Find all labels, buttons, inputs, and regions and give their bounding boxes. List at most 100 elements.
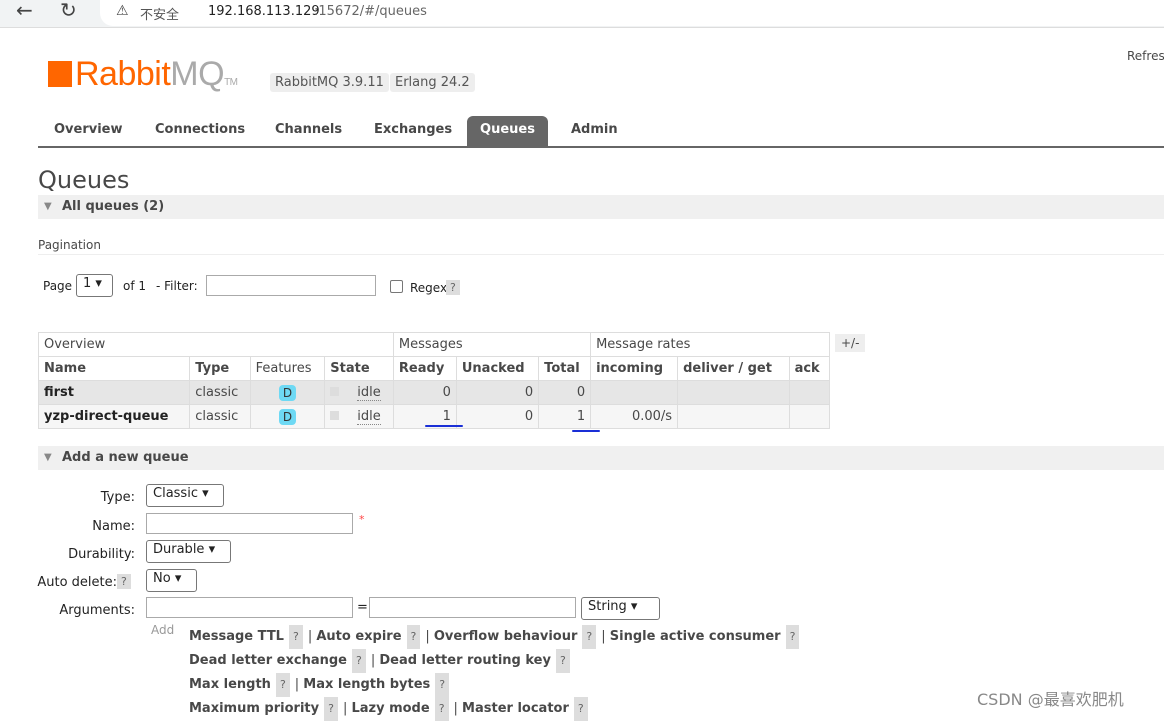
col-ready[interactable]: Ready (392, 356, 457, 381)
regex-help[interactable]: ? (446, 280, 460, 295)
page-title: Queues (38, 166, 130, 194)
queues-table: Overview Messages Message rates Name Type … (37, 332, 831, 429)
type-label: Type: (100, 490, 135, 505)
total-count: 0 (538, 380, 592, 405)
refresh-label[interactable]: Refres (1127, 49, 1164, 63)
tab-connections[interactable]: Connections (141, 116, 259, 146)
help-icon[interactable]: ? (434, 697, 449, 721)
argument-shortcut-link[interactable]: Auto expire (316, 629, 401, 644)
collapse-icon: ▼ (44, 452, 52, 463)
argument-type-select[interactable]: String ▾ (581, 597, 660, 620)
regex-checkbox[interactable] (390, 280, 403, 293)
queue-name-link[interactable]: yzp-direct-queue (37, 404, 191, 429)
col-name[interactable]: Name (37, 356, 191, 381)
col-ack[interactable]: ack (788, 356, 831, 381)
argument-shortcut-link[interactable]: Max length bytes (303, 677, 430, 692)
collapse-icon: ▼ (44, 201, 52, 212)
pagination-label: Pagination (38, 238, 101, 252)
durable-badge: D (278, 408, 297, 425)
col-type[interactable]: Type (189, 356, 251, 381)
argument-shortcut-link[interactable]: Message TTL (189, 629, 284, 644)
queue-state: idle (357, 385, 381, 401)
queue-name-link[interactable]: first (37, 380, 191, 405)
add-queue-section[interactable]: ▼ Add a new queue (38, 446, 1164, 470)
back-icon[interactable]: ← (16, 0, 33, 22)
tab-queues[interactable]: Queues (467, 116, 548, 146)
address-bar[interactable]: ⚠ 不安全 192.168.113.129 :15672/#/queues (100, 0, 1164, 26)
erlang-badge: Erlang 24.2 (390, 73, 475, 92)
durability-select[interactable]: Durable ▾ (146, 540, 231, 563)
columns-toggle-button[interactable]: +/- (835, 334, 866, 352)
page-count: of 1 (123, 279, 147, 293)
argument-shortcut-link[interactable]: Dead letter routing key (379, 653, 551, 668)
col-state[interactable]: State (324, 356, 394, 381)
col-incoming[interactable]: incoming (590, 356, 679, 381)
ack-rate (788, 404, 831, 429)
col-unacked[interactable]: Unacked (455, 356, 540, 381)
tab-channels[interactable]: Channels (261, 116, 356, 146)
group-overview: Overview (38, 332, 394, 357)
tab-divider (38, 146, 1164, 148)
durable-badge: D (278, 384, 297, 401)
incoming-rate: 0.00/s (590, 404, 679, 429)
filter-label: - Filter: (156, 279, 198, 293)
help-icon[interactable]: ? (351, 649, 366, 673)
name-input[interactable] (146, 513, 353, 534)
help-icon[interactable]: ? (582, 625, 597, 649)
argument-key-input[interactable] (146, 597, 353, 618)
watermark: CSDN @最喜欢肥机 (977, 690, 1124, 709)
auto-delete-select[interactable]: No ▾ (146, 569, 197, 592)
browser-toolbar: ← ↻ ⚠ 不安全 192.168.113.129 :15672/#/queue… (0, 0, 1164, 28)
help-icon[interactable]: ? (785, 625, 800, 649)
auto-delete-help[interactable]: ? (117, 574, 131, 589)
unacked-count: 0 (455, 404, 540, 429)
help-icon[interactable]: ? (406, 625, 421, 649)
separator: | (425, 629, 434, 644)
deliver-rate (677, 380, 790, 405)
argument-shortcut-link[interactable]: Dead letter exchange (189, 653, 347, 668)
filter-input[interactable] (206, 275, 376, 296)
help-icon[interactable]: ? (555, 649, 570, 673)
all-queues-section[interactable]: ▼ All queues (2) (38, 195, 1164, 219)
state-icon (330, 387, 340, 396)
col-deliver[interactable]: deliver / get (677, 356, 790, 381)
col-total[interactable]: Total (538, 356, 592, 381)
version-badge: RabbitMQ 3.9.11 (270, 73, 389, 92)
argument-shortcuts: Message TTL? | Auto expire? | Overflow beh… (189, 625, 804, 721)
queue-type: classic (189, 380, 251, 405)
annotation-underline (425, 425, 463, 427)
ready-count: 0 (392, 380, 457, 405)
queue-type: classic (189, 404, 251, 429)
help-icon[interactable]: ? (435, 673, 450, 697)
tab-admin[interactable]: Admin (557, 116, 632, 146)
tab-overview[interactable]: Overview (40, 116, 137, 146)
help-icon[interactable]: ? (324, 697, 338, 721)
warning-icon: ⚠ (116, 3, 129, 19)
separator: | (601, 629, 610, 644)
rabbitmq-logo: RabbitMQTM (48, 55, 238, 94)
durability-label: Durability: (68, 547, 135, 562)
page-select[interactable]: 1 ▾ (76, 274, 113, 297)
ack-rate (788, 380, 831, 405)
argument-shortcut-link[interactable]: Overflow behaviour (434, 629, 578, 644)
argument-shortcut-row: Maximum priority? | Lazy mode? | Master lo… (189, 697, 804, 721)
total-count: 1 (538, 404, 592, 429)
auto-delete-label: Auto delete: (37, 575, 117, 590)
argument-value-input[interactable] (369, 597, 576, 618)
reload-icon[interactable]: ↻ (60, 0, 77, 22)
argument-shortcut-link[interactable]: Single active consumer (610, 629, 781, 644)
equals-sign: = (357, 600, 368, 615)
tab-exchanges[interactable]: Exchanges (360, 116, 466, 146)
queue-state: idle (357, 409, 381, 425)
argument-shortcut-row: Dead letter exchange? | Dead letter routi… (189, 649, 804, 673)
argument-shortcut-link[interactable]: Max length (189, 677, 271, 692)
group-messages: Messages (392, 332, 592, 357)
help-icon[interactable]: ? (573, 697, 588, 721)
state-icon (330, 411, 340, 420)
help-icon[interactable]: ? (288, 625, 303, 649)
unacked-count: 0 (455, 380, 540, 405)
argument-shortcut-row: Max length? | Max length bytes? (189, 673, 804, 697)
deliver-rate (677, 404, 790, 429)
help-icon[interactable]: ? (275, 673, 290, 697)
type-select[interactable]: Classic ▾ (146, 484, 224, 507)
